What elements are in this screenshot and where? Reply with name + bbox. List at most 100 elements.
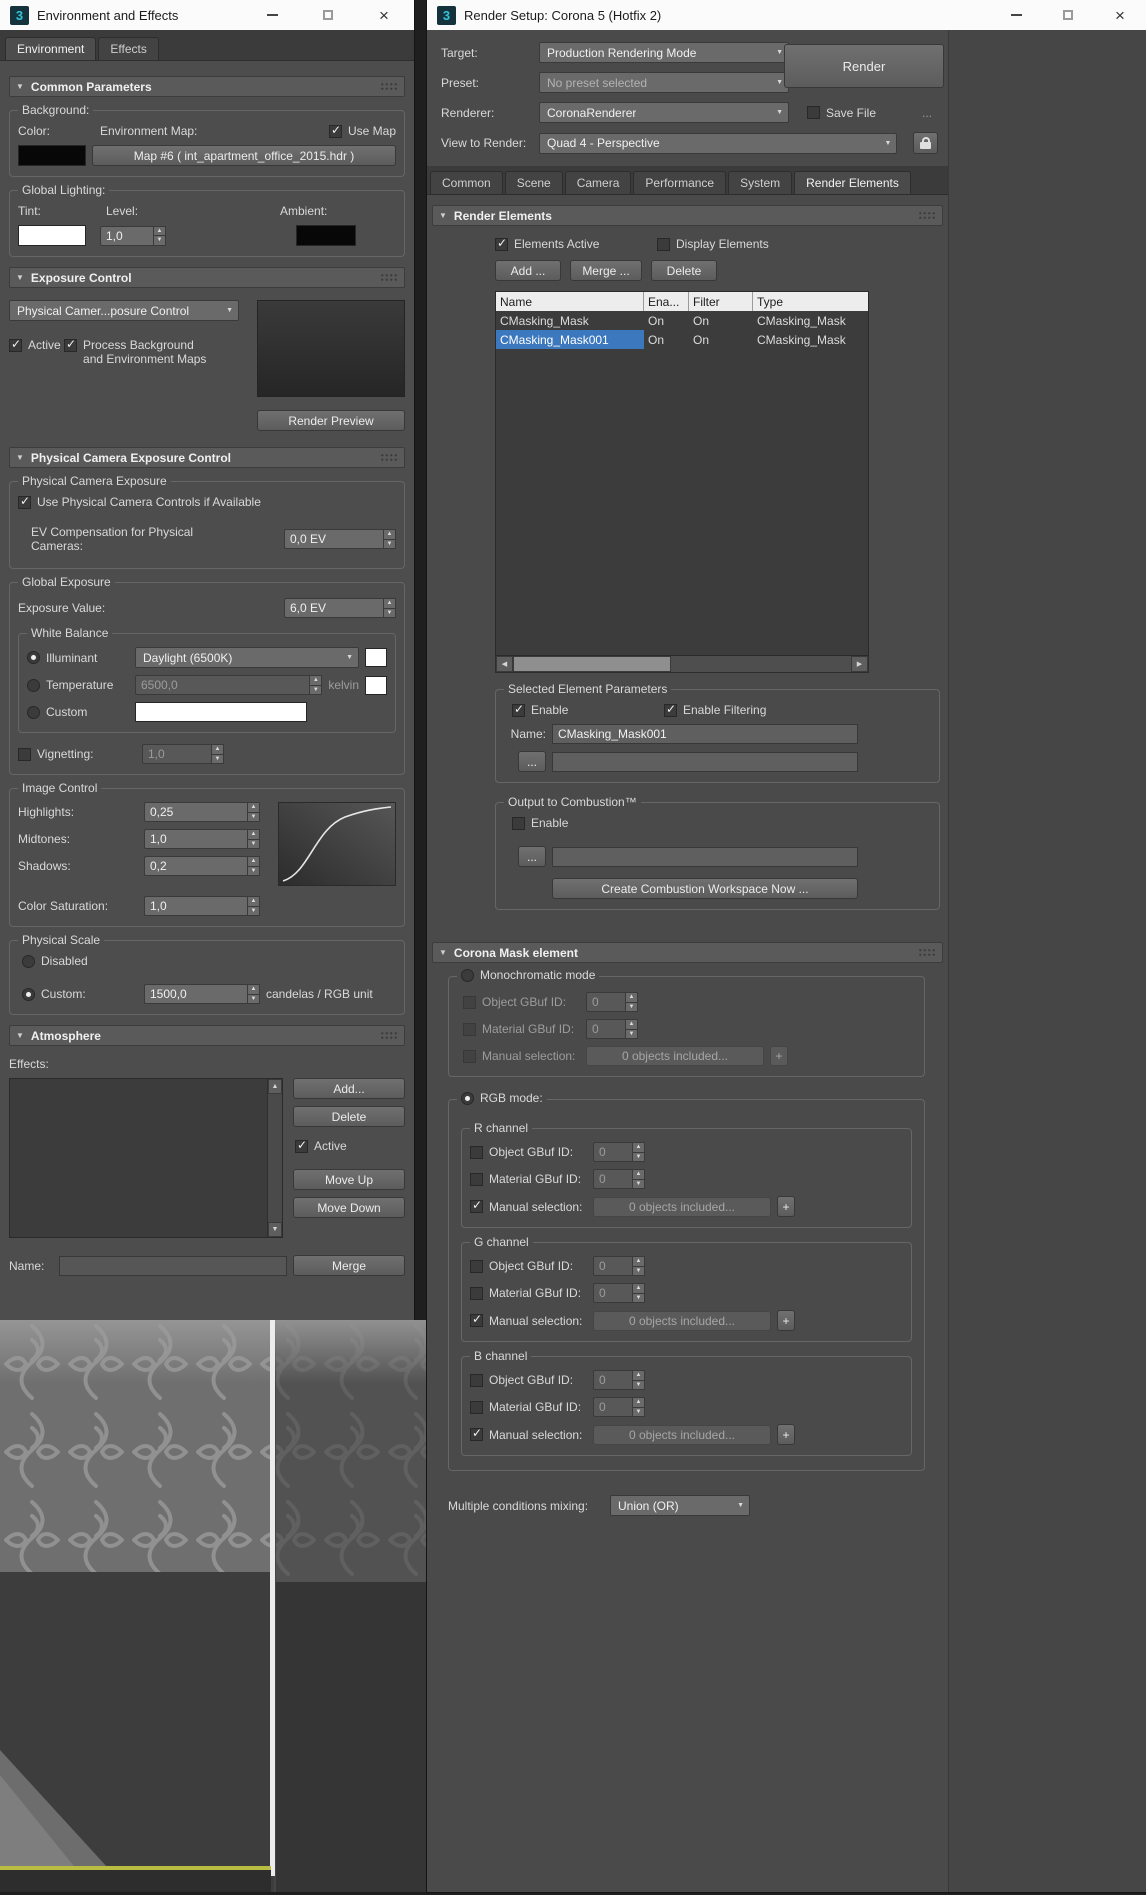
spinner-arrows-icon[interactable]	[632, 1283, 645, 1303]
exposure-value-spinner[interactable]: 6,0 EV	[284, 598, 396, 618]
spinner-value[interactable]: 0	[593, 1142, 632, 1162]
minimize-button[interactable]	[1008, 7, 1024, 23]
column-enabled[interactable]: Ena...	[644, 292, 689, 311]
maximize-button[interactable]	[1060, 7, 1076, 23]
ev-compensation-spinner[interactable]: 0,0 EV	[284, 529, 396, 549]
mono-objects-included-button[interactable]: 0 objects included...	[586, 1046, 764, 1066]
rollout-corona-mask-element[interactable]: ▼ Corona Mask element	[432, 942, 943, 963]
tab-system[interactable]: System	[728, 171, 793, 194]
spinner-arrows-icon[interactable]	[625, 1019, 638, 1039]
cell-type[interactable]: CMasking_Mask	[753, 311, 868, 330]
b-add-object-button[interactable]: +	[777, 1424, 795, 1445]
tab-effects[interactable]: Effects	[98, 37, 159, 60]
spinner-value[interactable]: 0	[593, 1370, 632, 1390]
physical-scale-spinner[interactable]: 1500,0	[144, 984, 260, 1004]
b-material-gbuf-checkbox[interactable]	[470, 1400, 483, 1414]
custom-white-balance-radio[interactable]	[27, 705, 40, 719]
use-map-checkbox[interactable]	[328, 123, 342, 138]
close-button[interactable]: ×	[1112, 7, 1128, 24]
move-up-button[interactable]: Move Up	[293, 1169, 405, 1190]
column-name[interactable]: Name	[496, 292, 644, 311]
scroll-track[interactable]	[513, 656, 851, 672]
spinner-arrows-icon[interactable]	[309, 675, 322, 695]
physical-scale-disabled-radio[interactable]	[22, 954, 35, 968]
spinner-arrows-icon[interactable]	[632, 1142, 645, 1162]
spinner-value[interactable]: 6,0 EV	[284, 598, 383, 618]
midtones-spinner[interactable]: 1,0	[144, 829, 260, 849]
scroll-left-icon[interactable]: ◀	[496, 656, 513, 672]
spinner-value[interactable]: 0	[593, 1256, 632, 1276]
r-manual-selection-checkbox[interactable]	[470, 1198, 483, 1213]
rollout-render-elements[interactable]: ▼ Render Elements	[432, 205, 943, 226]
use-physical-camera-controls-checkbox[interactable]	[18, 494, 31, 509]
vignetting-spinner[interactable]: 1,0	[142, 744, 224, 764]
scroll-up-icon[interactable]: ▲	[268, 1079, 282, 1094]
spinner-arrows-icon[interactable]	[625, 992, 638, 1012]
cell-name[interactable]: CMasking_Mask	[496, 311, 644, 330]
spinner-value[interactable]: 6500,0	[135, 675, 310, 695]
element-name-field[interactable]: CMasking_Mask001	[552, 724, 858, 744]
illuminant-select[interactable]: Daylight (6500K) ▼	[135, 647, 359, 668]
illuminant-color-swatch[interactable]	[365, 648, 387, 667]
rollout-physical-camera-exposure-control[interactable]: ▼ Physical Camera Exposure Control	[9, 447, 405, 468]
mixing-mode-select[interactable]: Union (OR) ▼	[610, 1495, 750, 1516]
r-material-gbuf-spinner[interactable]: 0	[593, 1169, 645, 1189]
vignetting-checkbox[interactable]	[18, 747, 31, 761]
r-object-gbuf-spinner[interactable]: 0	[593, 1142, 645, 1162]
spinner-arrows-icon[interactable]	[632, 1370, 645, 1390]
temperature-spinner[interactable]: 6500,0	[135, 675, 322, 695]
tab-camera[interactable]: Camera	[564, 171, 632, 194]
mono-material-gbuf-checkbox[interactable]	[463, 1022, 476, 1036]
rgb-mode-radio[interactable]	[461, 1091, 474, 1105]
cell-name[interactable]: CMasking_Mask001	[496, 330, 644, 349]
spinner-arrows-icon[interactable]	[632, 1256, 645, 1276]
delete-element-button[interactable]: Delete	[651, 260, 717, 281]
add-element-button[interactable]: Add ...	[495, 260, 561, 281]
spinner-value[interactable]: 1,0	[100, 225, 153, 246]
table-row[interactable]: CMasking_Mask001 On On CMasking_Mask	[496, 330, 868, 349]
elements-active-checkbox[interactable]	[495, 236, 508, 251]
renderer-select[interactable]: CoronaRenderer ▼	[539, 102, 789, 123]
scroll-right-icon[interactable]: ▶	[851, 656, 868, 672]
g-object-gbuf-spinner[interactable]: 0	[593, 1256, 645, 1276]
scroll-down-icon[interactable]: ▼	[268, 1222, 282, 1237]
enable-filtering-checkbox[interactable]	[664, 702, 677, 717]
spinner-value[interactable]: 1,0	[142, 744, 211, 764]
create-combustion-workspace-button[interactable]: Create Combustion Workspace Now ...	[552, 878, 858, 899]
effect-active-checkbox[interactable]	[295, 1138, 308, 1153]
g-object-gbuf-checkbox[interactable]	[470, 1259, 483, 1273]
mono-object-gbuf-spinner[interactable]: 0	[586, 992, 638, 1012]
files-more-button[interactable]: ...	[922, 106, 932, 120]
element-output-browse-button[interactable]: ...	[518, 751, 546, 772]
column-type[interactable]: Type	[753, 292, 868, 311]
left-titlebar[interactable]: 3 Environment and Effects ×	[0, 0, 414, 30]
g-add-object-button[interactable]: +	[777, 1310, 795, 1331]
spinner-arrows-icon[interactable]	[632, 1169, 645, 1189]
render-elements-table[interactable]: Name Ena... Filter Type CMasking_Mask On…	[495, 291, 869, 656]
tab-scene[interactable]: Scene	[504, 171, 563, 194]
spinner-arrows-icon[interactable]	[383, 529, 396, 549]
b-object-gbuf-spinner[interactable]: 0	[593, 1370, 645, 1390]
merge-button[interactable]: Merge	[293, 1255, 405, 1276]
preset-select[interactable]: No preset selected ▼	[539, 72, 789, 93]
illuminant-radio[interactable]	[27, 651, 40, 664]
merge-element-button[interactable]: Merge ...	[570, 260, 642, 281]
combustion-enable-checkbox[interactable]	[512, 816, 525, 830]
spinner-arrows-icon[interactable]	[247, 802, 260, 822]
b-objects-included-button[interactable]: 0 objects included...	[593, 1424, 771, 1445]
minimize-button[interactable]	[264, 7, 280, 23]
g-material-gbuf-spinner[interactable]: 0	[593, 1283, 645, 1303]
spinner-value[interactable]: 0	[586, 992, 625, 1012]
table-row[interactable]: CMasking_Mask On On CMasking_Mask	[496, 311, 868, 330]
b-manual-selection-checkbox[interactable]	[470, 1426, 483, 1441]
scroll-track[interactable]	[268, 1094, 282, 1222]
exposure-control-select[interactable]: Physical Camer...posure Control ▼	[9, 300, 239, 321]
right-titlebar[interactable]: 3 Render Setup: Corona 5 (Hotfix 2) ×	[427, 0, 1146, 30]
combustion-path-field[interactable]	[552, 846, 858, 867]
move-down-button[interactable]: Move Down	[293, 1197, 405, 1218]
r-add-object-button[interactable]: +	[777, 1196, 795, 1217]
spinner-arrows-icon[interactable]	[632, 1397, 645, 1417]
cell-filter[interactable]: On	[689, 330, 753, 349]
render-preview-button[interactable]: Render Preview	[257, 410, 405, 431]
monochromatic-mode-radio[interactable]	[461, 968, 474, 982]
